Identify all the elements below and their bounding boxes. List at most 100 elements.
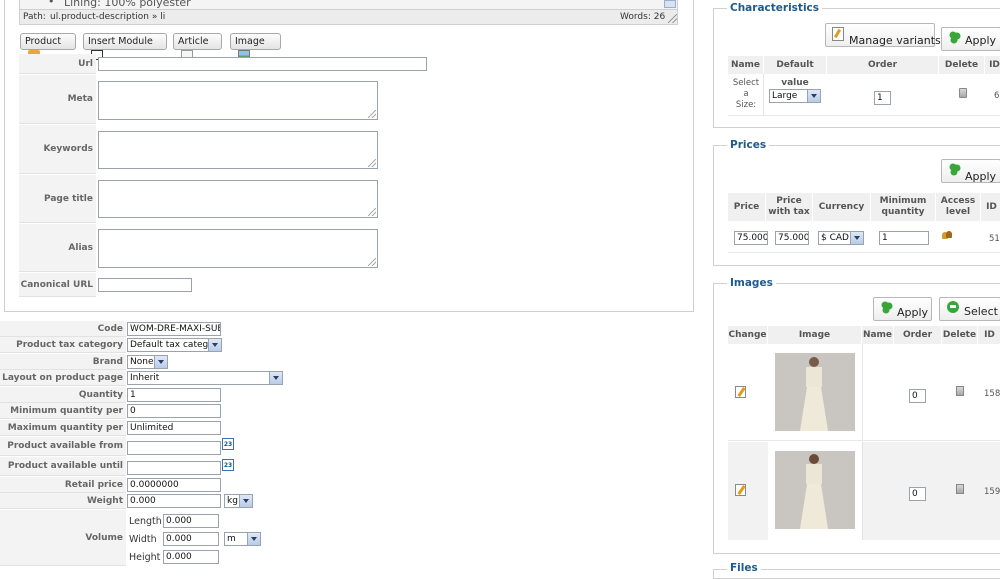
price-with-tax-input[interactable]: 75.0000 — [775, 231, 809, 245]
min-qty-input[interactable]: 0 — [127, 404, 221, 418]
image-order-input[interactable]: 0 — [909, 389, 926, 403]
col-min-qty-line2: quantity — [881, 207, 925, 217]
image-order-input[interactable]: 0 — [909, 487, 926, 501]
page-title-textarea[interactable] — [98, 180, 378, 218]
editor-status-bar: Path: ul.product-description » li Words:… — [19, 9, 678, 25]
volume-unit-select[interactable]: m — [224, 532, 261, 546]
product-image-thumbnail[interactable] — [775, 353, 855, 431]
insert-module-button[interactable]: Insert Module — [83, 33, 167, 60]
max-qty-label: Maximum quantity per order — [0, 420, 126, 449]
chevron-down-icon — [154, 356, 167, 368]
weight-unit-value: kg — [227, 496, 238, 506]
apply-label: Apply — [897, 306, 929, 319]
brand-value: None — [130, 357, 154, 367]
width-input[interactable]: 0.000 — [163, 532, 219, 546]
canonical-url-input[interactable] — [98, 278, 192, 292]
resize-grip-icon[interactable] — [368, 208, 376, 216]
meta-description-textarea[interactable] — [98, 81, 378, 120]
editor-content[interactable]: • Lining: 100% polyester — [19, 0, 678, 9]
col-currency: Currency — [813, 193, 871, 221]
chevron-down-icon — [269, 372, 282, 384]
editor-content-text: Lining: 100% polyester — [64, 0, 191, 9]
max-qty-input[interactable]: Unlimited — [127, 421, 221, 435]
chevron-down-icon — [239, 495, 252, 507]
code-input[interactable]: WOM-DRE-MAXI-SUEW — [127, 322, 221, 336]
brand-select[interactable]: None — [127, 355, 168, 369]
col-delete: Delete — [942, 326, 978, 344]
calendar-day: 23 — [223, 462, 233, 469]
trash-icon[interactable] — [956, 484, 964, 494]
characteristic-order-input[interactable]: 1 — [874, 91, 891, 105]
edit-image-icon[interactable] — [735, 386, 746, 398]
col-image: Image — [768, 326, 862, 344]
images-title: Images — [727, 277, 776, 289]
resize-grip-icon[interactable] — [668, 14, 677, 23]
volume-label: Volume — [0, 510, 126, 566]
retail-price-label: Retail price — [0, 477, 126, 493]
calendar-icon[interactable]: 23 — [222, 438, 234, 450]
length-input[interactable]: 0.000 — [163, 514, 219, 528]
layout-label: Layout on product page — [0, 370, 126, 386]
apply-icon — [949, 31, 961, 44]
characteristics-apply-button[interactable]: Apply — [941, 27, 1000, 51]
height-input[interactable]: 0.000 — [163, 550, 219, 564]
alias-label: Alias — [19, 224, 96, 272]
currency-select[interactable]: $ CAD — [818, 231, 864, 245]
editor-scrollbar-arrow[interactable] — [664, 0, 676, 8]
path-value[interactable]: ul.product-description » li — [50, 12, 165, 22]
trash-icon[interactable] — [956, 386, 964, 396]
col-change: Change — [728, 326, 768, 344]
edit-image-icon[interactable] — [735, 484, 746, 496]
insert-module-button-label: Insert Module — [88, 36, 153, 47]
chevron-down-icon — [807, 90, 820, 102]
weight-input[interactable]: 0.000 — [127, 494, 221, 508]
col-price-with-tax-line1: Price — [776, 196, 802, 206]
tax-category-select[interactable]: Default tax category — [127, 338, 222, 352]
resize-grip-icon[interactable] — [368, 110, 376, 118]
available-from-input[interactable] — [127, 441, 221, 455]
images-select-button[interactable]: Select — [939, 297, 1000, 321]
calendar-icon[interactable]: 23 — [222, 459, 234, 471]
code-label: Code — [0, 321, 126, 337]
keywords-textarea[interactable] — [98, 131, 378, 169]
user-icon — [946, 231, 952, 238]
layout-select[interactable]: Inherit — [127, 371, 283, 385]
product-image-thumbnail[interactable] — [775, 451, 855, 529]
path-label: Path: — [23, 12, 46, 22]
resize-grip-icon[interactable] — [368, 159, 376, 167]
col-id: ID — [978, 326, 1000, 344]
col-id: ID — [981, 193, 1000, 221]
dress-figure — [800, 484, 828, 529]
min-qty-price-input[interactable]: 1 — [879, 231, 929, 245]
article-button[interactable]: Article — [173, 33, 222, 60]
col-order: Order — [827, 56, 939, 74]
col-currency-label: Currency — [818, 202, 865, 212]
col-delete: Delete — [939, 56, 985, 74]
image-id: 159 — [984, 487, 1000, 497]
access-level-icon[interactable] — [942, 231, 953, 240]
col-price-label: Price — [733, 202, 760, 212]
available-until-label: Product available until — [0, 457, 126, 476]
prices-apply-button[interactable]: Apply — [941, 159, 1000, 183]
url-input[interactable] — [98, 57, 427, 71]
price-row — [728, 221, 1000, 253]
trash-icon[interactable] — [959, 88, 967, 98]
alias-textarea[interactable] — [98, 229, 378, 268]
pencil-icon — [737, 387, 746, 397]
chevron-down-icon — [247, 533, 260, 545]
quantity-input[interactable]: 1 — [127, 388, 221, 402]
default-value-select[interactable]: Large — [769, 89, 821, 103]
volume-unit-value: m — [227, 534, 236, 544]
images-apply-button[interactable]: Apply — [873, 297, 932, 321]
weight-unit-select[interactable]: kg — [224, 494, 253, 508]
manage-variants-button[interactable]: Manage variants — [825, 23, 941, 47]
available-until-input[interactable] — [127, 461, 221, 475]
resize-grip-icon[interactable] — [368, 258, 376, 266]
dress-figure — [806, 464, 822, 484]
product-button[interactable]: Product — [20, 33, 76, 60]
image-button[interactable]: Image — [230, 33, 281, 60]
word-count: Words: 26 — [620, 12, 666, 22]
retail-price-input[interactable]: 0.0000000 — [127, 478, 221, 492]
price-input[interactable]: 75.0000 — [734, 231, 768, 245]
manage-variants-label: Manage variants — [849, 34, 941, 47]
